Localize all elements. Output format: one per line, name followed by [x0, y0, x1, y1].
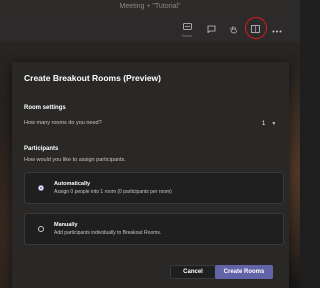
radio-automatically[interactable] — [38, 185, 44, 191]
rooms-count-question: How many rooms do you need? — [24, 120, 102, 126]
create-rooms-button[interactable]: Create Rooms — [215, 265, 273, 279]
dialog-title: Create Breakout Rooms (Preview) — [24, 73, 161, 83]
title-bar: Meeting + "Tutorial" — [0, 0, 300, 18]
participants-heading: Participants — [24, 146, 59, 152]
raise-hand-button[interactable] — [224, 22, 242, 38]
assign-question: How would you like to assign participant… — [24, 157, 126, 163]
chat-icon — [207, 25, 216, 35]
breakout-rooms-dialog: Create Breakout Rooms (Preview) Room set… — [12, 62, 289, 288]
more-actions-icon — [272, 25, 282, 35]
chat-button[interactable] — [202, 22, 220, 38]
cancel-button[interactable]: Cancel — [170, 265, 216, 279]
raise-hand-icon — [229, 25, 238, 36]
option-manually[interactable]: Manually Add participants individually t… — [24, 213, 284, 245]
radio-manually[interactable] — [38, 226, 44, 232]
show-participants-button[interactable]: Show — [178, 22, 196, 38]
rooms-count-select[interactable]: 1 ▼ — [260, 118, 282, 130]
show-participants-icon — [182, 22, 192, 32]
option-title: Automatically — [54, 181, 91, 187]
show-participants-label: Show — [181, 33, 192, 38]
meeting-title: Meeting + "Tutorial" — [119, 3, 181, 10]
rooms-count-value: 1 — [262, 121, 266, 127]
room-settings-heading: Room settings — [24, 105, 66, 111]
option-title: Manually — [54, 222, 78, 228]
option-description: Assign 0 people into 1 room (0 participa… — [54, 189, 172, 195]
annotation-circle — [245, 17, 267, 39]
option-automatically[interactable]: Automatically Assign 0 people into 1 roo… — [24, 172, 284, 204]
more-actions-button[interactable] — [268, 22, 286, 38]
chevron-down-icon: ▼ — [271, 121, 277, 127]
option-description: Add participants individually to Breakou… — [54, 230, 162, 236]
